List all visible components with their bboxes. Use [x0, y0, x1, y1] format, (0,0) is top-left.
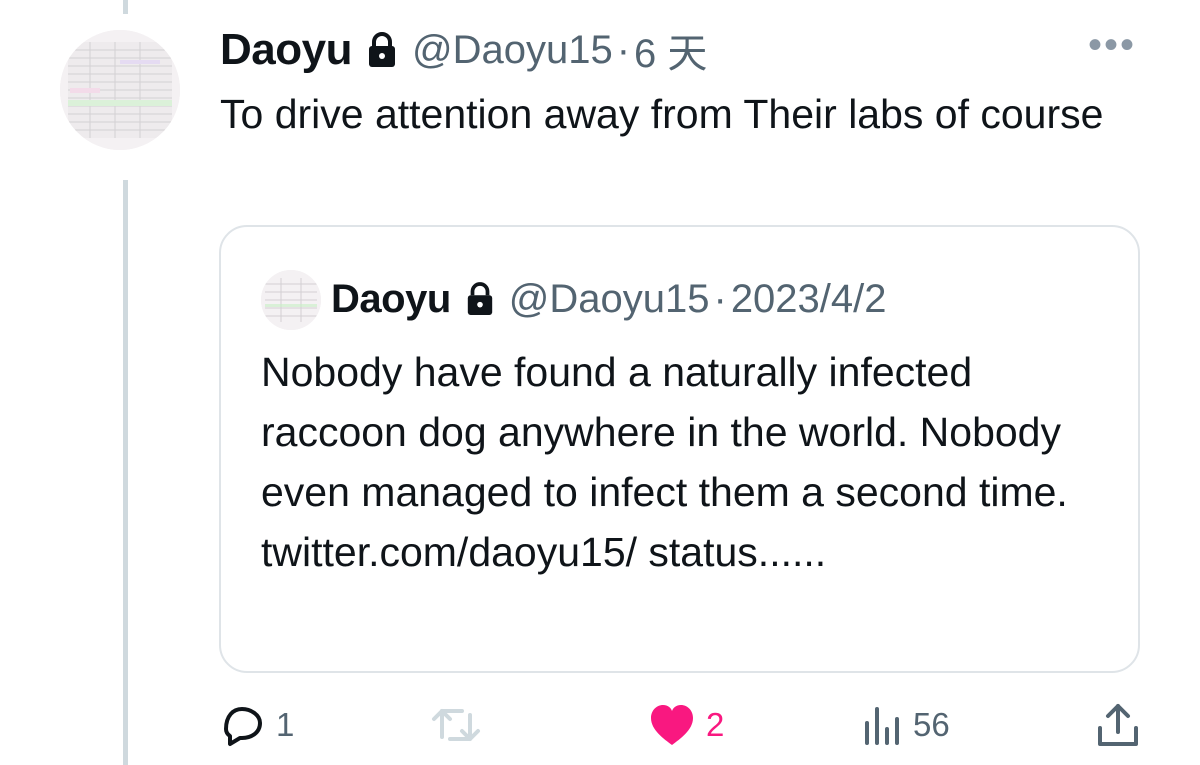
- separator-dot: ·: [616, 27, 631, 72]
- retweet-button[interactable]: [430, 700, 492, 750]
- tweet-header: Daoyu @Daoyu15 · 6 天: [220, 18, 707, 82]
- action-bar: 1 2 56: [218, 700, 1140, 750]
- tweet-text: To drive attention away from Their labs …: [220, 91, 1104, 137]
- thread-line-top: [123, 0, 128, 14]
- quoted-separator-dot: ·: [713, 276, 727, 321]
- lock-icon: [366, 32, 398, 68]
- heart-icon: [651, 705, 693, 745]
- share-button[interactable]: [1096, 700, 1140, 750]
- quoted-header: Daoyu @Daoyu15 · 2023/4/2: [331, 269, 887, 329]
- author-handle[interactable]: @Daoyu15: [412, 28, 613, 73]
- quoted-author-handle: @Daoyu15: [508, 276, 710, 321]
- lock-icon: [465, 282, 495, 316]
- quoted-author-name: Daoyu: [331, 276, 451, 321]
- quoted-tweet[interactable]: Daoyu @Daoyu15 · 2023/4/2 Nobody have fo…: [219, 225, 1140, 673]
- like-button[interactable]: 2: [648, 700, 724, 750]
- quoted-timestamp: 2023/4/2: [730, 276, 887, 321]
- retweet-icon: [432, 709, 480, 741]
- timestamp[interactable]: 6 天: [634, 21, 707, 79]
- quoted-avatar: [261, 270, 321, 330]
- quoted-avatar-image: [261, 270, 321, 330]
- share-icon: [1098, 704, 1138, 746]
- reply-count: 1: [276, 706, 295, 743]
- more-icon[interactable]: •••: [1088, 25, 1136, 65]
- reply-icon: [224, 707, 262, 746]
- views-button[interactable]: 56: [863, 700, 950, 750]
- quoted-tweet-text: Nobody have found a naturally infected r…: [261, 349, 1068, 575]
- avatar-image: [60, 30, 180, 150]
- reply-button[interactable]: 1: [218, 700, 294, 750]
- view-count: 56: [913, 706, 950, 743]
- author-name[interactable]: Daoyu: [220, 25, 352, 75]
- thread-line: [123, 180, 128, 765]
- like-count: 2: [706, 706, 725, 743]
- views-icon: [865, 707, 899, 745]
- avatar[interactable]: [60, 30, 180, 150]
